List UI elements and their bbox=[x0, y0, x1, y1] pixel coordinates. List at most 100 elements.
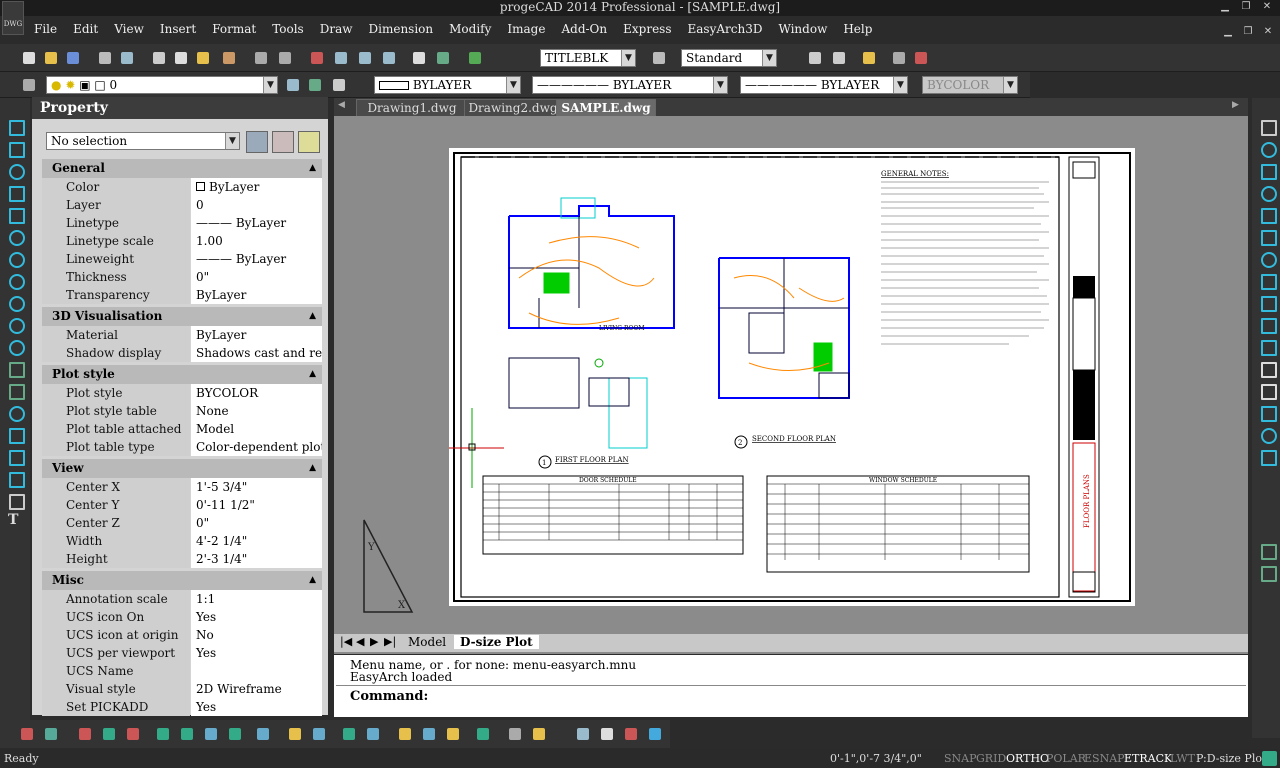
lwt-toggle[interactable]: LWT bbox=[1170, 749, 1195, 768]
camera-icon[interactable] bbox=[474, 725, 492, 743]
menu-image[interactable]: Image bbox=[499, 22, 553, 36]
dim-style-icon[interactable] bbox=[650, 49, 668, 67]
zoom-window-icon[interactable] bbox=[356, 49, 374, 67]
zoom-icon[interactable] bbox=[332, 49, 350, 67]
menu-format[interactable]: Format bbox=[204, 22, 264, 36]
material-icon[interactable] bbox=[420, 725, 438, 743]
ellipse-arc-icon[interactable] bbox=[7, 338, 25, 356]
trim-icon[interactable] bbox=[1259, 316, 1277, 334]
prop-row[interactable]: Linetype scale 1.00 bbox=[42, 232, 322, 250]
app-icon[interactable]: DWG bbox=[2, 1, 24, 35]
wall-icon[interactable] bbox=[18, 725, 36, 743]
viewport-icon[interactable] bbox=[1259, 542, 1277, 560]
new-icon[interactable] bbox=[20, 49, 38, 67]
rectangle-icon[interactable] bbox=[7, 206, 25, 224]
make-block-icon[interactable] bbox=[7, 382, 25, 400]
redo-icon[interactable] bbox=[276, 49, 294, 67]
polygon-icon[interactable] bbox=[7, 184, 25, 202]
settings-icon[interactable] bbox=[574, 725, 592, 743]
prop-row[interactable]: Material ByLayer bbox=[42, 326, 322, 344]
close-icon[interactable]: ✕ bbox=[1259, 1, 1275, 13]
section-3d-visualisation[interactable]: 3D Visualisation ▲ bbox=[42, 307, 322, 326]
prop-row[interactable]: Annotation scale 1:1 bbox=[42, 590, 322, 608]
doc-close-icon[interactable]: ✕ bbox=[1260, 26, 1276, 38]
paste-icon[interactable] bbox=[194, 49, 212, 67]
walkthrough-icon[interactable] bbox=[530, 725, 548, 743]
section-misc[interactable]: Misc ▲ bbox=[42, 571, 322, 590]
undo-icon[interactable] bbox=[252, 49, 270, 67]
door-icon[interactable] bbox=[42, 725, 60, 743]
section-icon[interactable] bbox=[340, 725, 358, 743]
prop-row[interactable]: Height 2'-3 1/4" bbox=[42, 550, 322, 568]
prop-row[interactable]: Plot style BYCOLOR bbox=[42, 384, 322, 402]
doc-restore-icon[interactable]: ❐ bbox=[1240, 26, 1256, 38]
line-icon[interactable] bbox=[7, 118, 25, 136]
help-icon[interactable] bbox=[466, 49, 484, 67]
properties-icon[interactable] bbox=[410, 49, 428, 67]
menu-dimension[interactable]: Dimension bbox=[361, 22, 442, 36]
status-check-icon[interactable] bbox=[1262, 751, 1277, 766]
prop-row[interactable]: Center Y 0'-11 1/2" bbox=[42, 496, 322, 514]
ellipse-icon[interactable] bbox=[7, 316, 25, 334]
text-style-select[interactable]: TITLEBLK ▼ bbox=[540, 49, 636, 67]
highlight-icon[interactable] bbox=[860, 49, 878, 67]
spline-icon[interactable] bbox=[7, 294, 25, 312]
beam-icon[interactable] bbox=[202, 725, 220, 743]
prop-row[interactable]: Center Z 0" bbox=[42, 514, 322, 532]
space-icon[interactable] bbox=[254, 725, 272, 743]
zoom-previous-icon[interactable] bbox=[380, 49, 398, 67]
section-general[interactable]: General ▲ bbox=[42, 159, 322, 178]
furniture-icon[interactable] bbox=[286, 725, 304, 743]
print-preview-icon[interactable] bbox=[118, 49, 136, 67]
light-icon[interactable] bbox=[444, 725, 462, 743]
tab-d-size-plot[interactable]: D-size Plot bbox=[454, 635, 539, 649]
layer-match-icon[interactable] bbox=[330, 76, 348, 94]
selection-select[interactable]: No selection ▼ bbox=[46, 132, 240, 150]
tab-drawing2[interactable]: Drawing2.dwg bbox=[464, 99, 562, 116]
gradient-icon[interactable] bbox=[7, 448, 25, 466]
easyarch-logo-icon[interactable] bbox=[646, 725, 664, 743]
menu-window[interactable]: Window bbox=[770, 22, 835, 36]
explode-icon[interactable] bbox=[1259, 448, 1277, 466]
polyline-icon[interactable] bbox=[7, 162, 25, 180]
layout-icon[interactable] bbox=[1259, 564, 1277, 582]
prop-row[interactable]: Lineweight ——— ByLayer bbox=[42, 250, 322, 268]
prop-row[interactable]: Transparency ByLayer bbox=[42, 286, 322, 304]
prop-row[interactable]: UCS icon On Yes bbox=[42, 608, 322, 626]
restore-icon[interactable]: ❐ bbox=[1238, 1, 1254, 13]
last-layout-icon[interactable]: ▶| bbox=[384, 635, 396, 648]
stretch-icon[interactable] bbox=[1259, 294, 1277, 312]
menu-help[interactable]: Help bbox=[835, 22, 880, 36]
3d-view-icon[interactable] bbox=[506, 725, 524, 743]
arc-icon[interactable] bbox=[7, 228, 25, 246]
menu-file[interactable]: File bbox=[26, 22, 65, 36]
hatch-icon[interactable] bbox=[7, 426, 25, 444]
space-indicator[interactable]: P:D-size Plot bbox=[1196, 749, 1266, 768]
cut-icon[interactable] bbox=[150, 49, 168, 67]
prop-row[interactable]: Thickness 0" bbox=[42, 268, 322, 286]
fillet-icon[interactable] bbox=[1259, 426, 1277, 444]
cloud-icon[interactable] bbox=[7, 272, 25, 290]
minimize-icon[interactable]: ▁ bbox=[1217, 1, 1233, 13]
open-icon[interactable] bbox=[42, 49, 60, 67]
find-replace-icon[interactable] bbox=[912, 49, 930, 67]
section-plot-style[interactable]: Plot style ▲ bbox=[42, 365, 322, 384]
menu-insert[interactable]: Insert bbox=[152, 22, 204, 36]
next-layout-icon[interactable]: ▶ bbox=[370, 635, 378, 648]
copy-icon[interactable] bbox=[172, 49, 190, 67]
tab-scroll-right-icon[interactable]: ▶ bbox=[1232, 100, 1239, 110]
point-icon[interactable] bbox=[7, 404, 25, 422]
first-layout-icon[interactable]: |◀ bbox=[340, 635, 352, 648]
prop-row[interactable]: Set PICKADD Yes bbox=[42, 698, 322, 716]
spelling-icon[interactable] bbox=[890, 49, 908, 67]
prop-row[interactable]: UCS per viewport Yes bbox=[42, 644, 322, 662]
menu-tools[interactable]: Tools bbox=[264, 22, 312, 36]
grid-settings-icon[interactable] bbox=[830, 49, 848, 67]
color-select[interactable]: BYLAYER ▼ bbox=[374, 76, 521, 94]
render-icon[interactable] bbox=[396, 725, 414, 743]
tab-model[interactable]: Model bbox=[408, 635, 446, 649]
layer-manager-icon[interactable] bbox=[434, 49, 452, 67]
etrack-toggle[interactable]: ETRACK bbox=[1124, 749, 1172, 768]
prev-layout-icon[interactable]: ◀ bbox=[356, 635, 364, 648]
insert-block-icon[interactable] bbox=[7, 360, 25, 378]
